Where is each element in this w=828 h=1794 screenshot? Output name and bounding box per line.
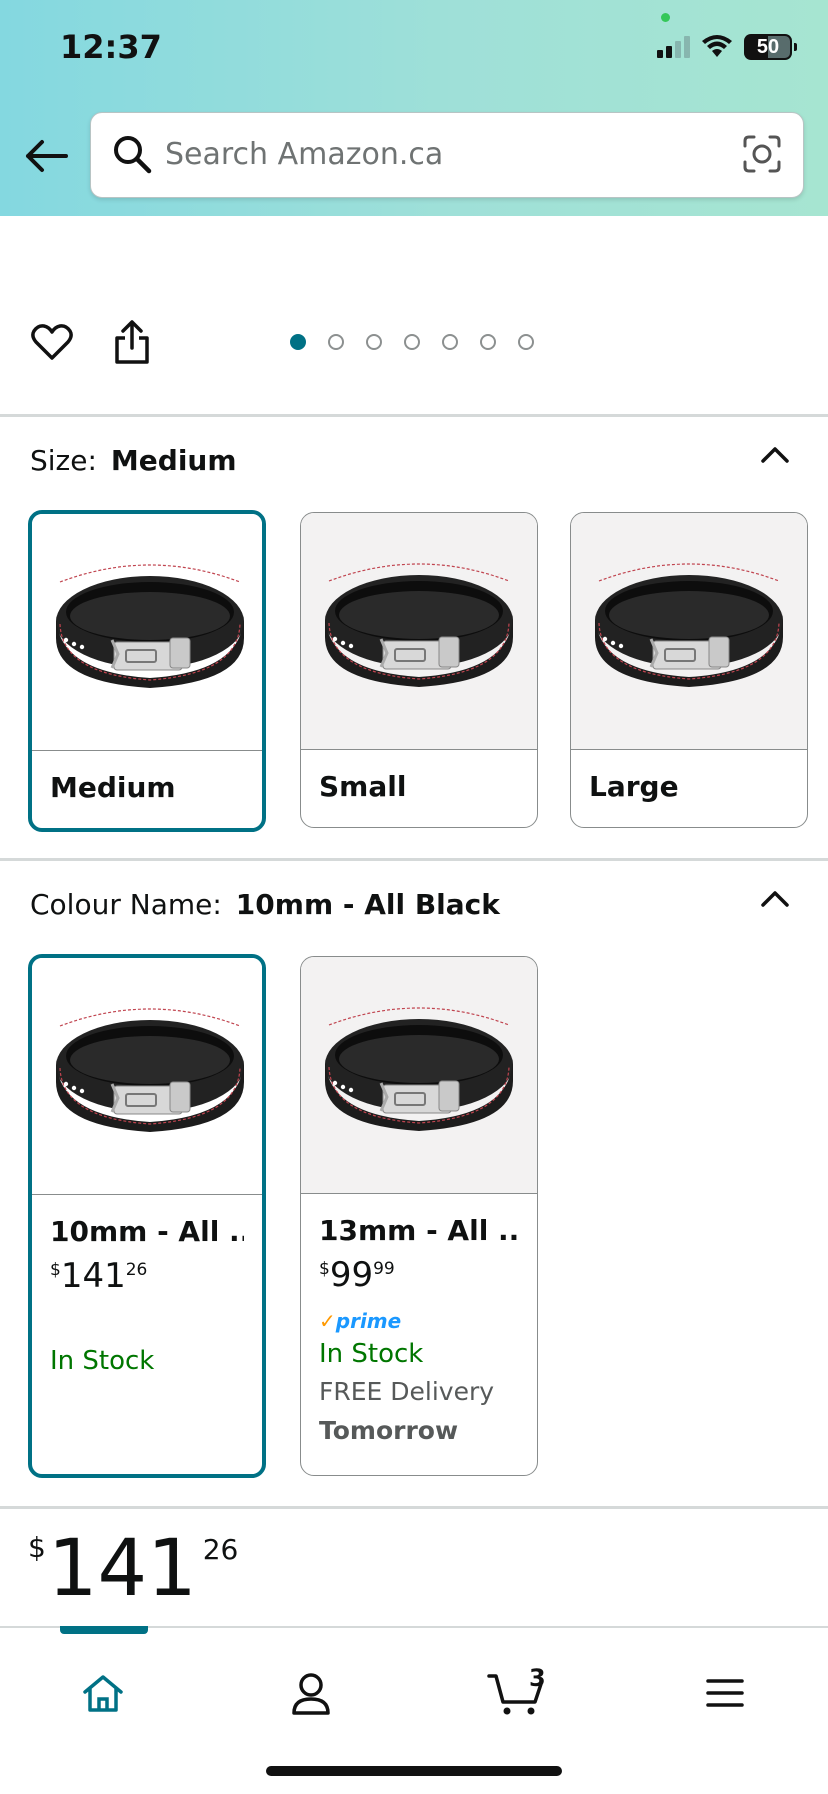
size-option-label: Small [319,770,407,803]
product-price: $141 26 [28,1524,239,1614]
wishlist-heart-icon[interactable] [30,322,74,362]
carousel-dot[interactable] [480,334,496,350]
chevron-up-icon[interactable] [760,444,790,464]
colour-selected-value: 10mm - All Black [235,888,500,921]
product-image [32,958,262,1195]
size-option-large[interactable]: Large [570,512,808,828]
size-option-label: Medium [50,771,176,804]
colour-label: Colour Name: 10mm - All Black [30,888,500,921]
nav-home[interactable] [58,1658,148,1728]
nav-cart[interactable]: 3 [472,1658,562,1728]
cellular-signal-icon [657,36,690,58]
product-image [32,514,262,751]
colour-option-10mm[interactable]: 10mm - All ... $14126 In Stock [28,954,266,1478]
divider [0,414,828,417]
belt-image [323,562,515,689]
carousel-dot[interactable] [366,334,382,350]
nav-account[interactable] [266,1658,356,1728]
belt-image [593,562,785,689]
battery-icon: 50 [744,34,797,60]
status-time: 12:37 [60,28,162,66]
search-input[interactable]: Search Amazon.ca [165,137,443,172]
stock-status: In Stock [50,1346,155,1376]
search-icon [114,136,152,174]
colour-label-text: Colour Name: [30,888,222,921]
divider [0,1506,828,1509]
option-price: $9999 [319,1255,395,1295]
cart-count: 3 [529,1664,546,1692]
prime-badge: ✓prime [319,1309,402,1333]
back-arrow-icon[interactable] [22,134,70,178]
camera-lens-icon[interactable] [741,133,783,175]
belt-image [54,563,246,690]
product-image [301,957,537,1194]
chevron-up-icon[interactable] [760,888,790,908]
carousel-dot[interactable] [442,334,458,350]
search-bar[interactable]: Search Amazon.ca [90,112,804,198]
product-image [301,513,537,750]
delivery-info: FREE Delivery [319,1377,495,1406]
nav-menu[interactable] [680,1658,770,1728]
size-label: Size: Medium [30,444,237,477]
wifi-icon [702,35,732,57]
carousel-dot[interactable] [290,334,306,350]
delivery-date: Tomorrow [319,1416,459,1445]
carousel-dot[interactable] [518,334,534,350]
size-option-medium[interactable]: Medium [28,510,266,832]
privacy-indicator-dot [661,13,670,22]
carousel-dot[interactable] [404,334,420,350]
battery-level: 50 [756,35,780,58]
home-icon [83,1675,123,1712]
home-indicator [266,1766,562,1776]
share-icon[interactable] [112,318,152,366]
account-icon [292,1673,330,1715]
active-tab-indicator [60,1626,148,1634]
prime-check-icon: ✓ [319,1309,336,1333]
belt-image [54,1007,246,1134]
image-carousel-dots[interactable] [290,334,534,350]
size-label-text: Size: [30,444,97,477]
colour-option-title: 10mm - All ... [50,1215,244,1248]
size-option-small[interactable]: Small [300,512,538,828]
carousel-dot[interactable] [328,334,344,350]
option-price: $14126 [50,1256,148,1296]
product-image [571,513,807,750]
divider [0,858,828,861]
size-option-label: Large [589,770,679,803]
status-icons: 50 [657,34,797,60]
colour-option-title: 13mm - All ... [319,1214,519,1247]
stock-status: In Stock [319,1339,424,1369]
menu-icon [706,1679,744,1707]
size-selected-value: Medium [110,444,237,477]
belt-image [323,1006,515,1133]
colour-option-13mm[interactable]: 13mm - All ... $9999 ✓prime In Stock FRE… [300,956,538,1476]
header: 12:37 50 Search Amazon.ca [0,0,828,216]
